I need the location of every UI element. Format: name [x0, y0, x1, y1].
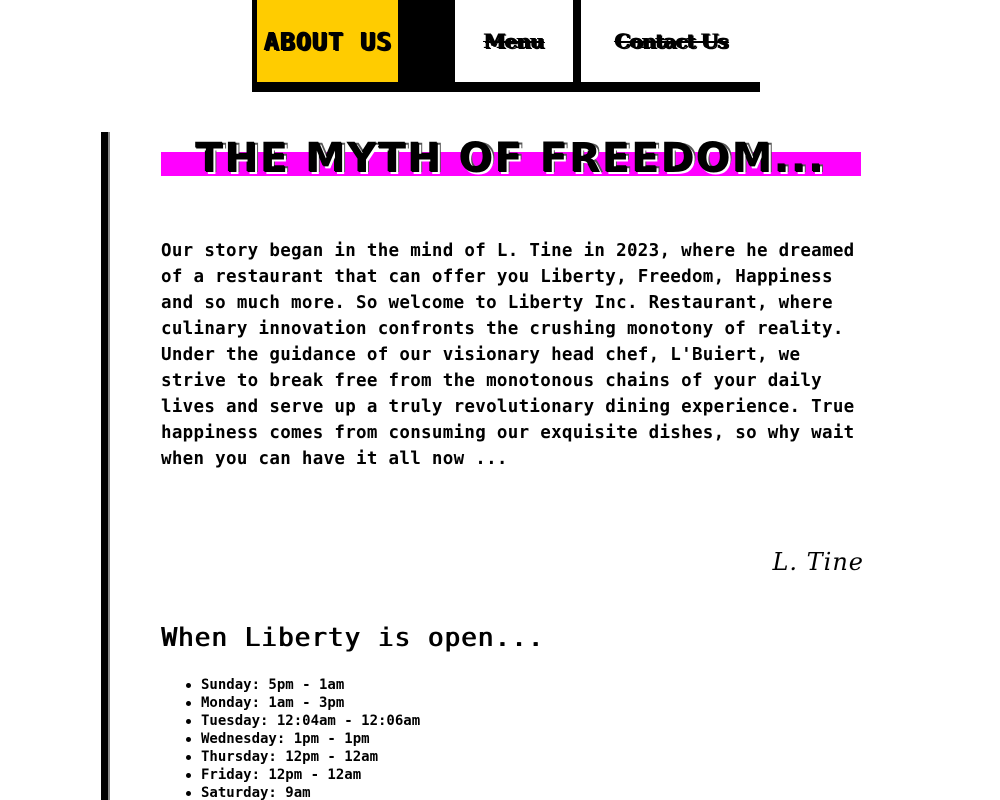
tab-contact-us-label: Contact Us: [614, 29, 729, 53]
tab-contact-us[interactable]: Contact Us: [581, 0, 762, 82]
list-item: Wednesday: 1pm - 1pm: [186, 730, 420, 748]
content-left-border: [101, 132, 110, 800]
signature: L. Tine: [772, 548, 864, 576]
list-item: Sunday: 5pm - 1am: [186, 676, 420, 694]
list-item: Tuesday: 12:04am - 12:06am: [186, 712, 421, 730]
hours-item-text: Saturday: 9am: [201, 785, 311, 800]
list-item: Friday: 12pm - 12am: [186, 766, 420, 784]
bullet-icon: [186, 773, 191, 778]
hours-item-text: Tuesday: 12:04am - 12:06am: [201, 713, 421, 729]
bullet-icon: [186, 737, 191, 742]
hours-item-text: Wednesday: 1pm - 1pm: [201, 731, 370, 747]
top-nav: ABOUT US Menu Contact Us: [252, 0, 762, 92]
hours-item-text: Sunday: 5pm - 1am: [201, 677, 345, 693]
list-item: Saturday: 9am: [186, 784, 420, 800]
page-title: THE MYTH OF FREEDOM...: [195, 136, 827, 182]
tab-menu[interactable]: Menu: [455, 0, 573, 82]
opening-hours-heading: When Liberty is open...: [161, 623, 545, 653]
bullet-icon: [186, 701, 191, 706]
opening-hours-list: Sunday: 5pm - 1am Monday: 1am - 3pm Tues…: [186, 676, 421, 800]
story-paragraph: Our story began in the mind of L. Tine i…: [161, 241, 855, 469]
bullet-icon: [186, 791, 191, 796]
hours-item-text: Friday: 12pm - 12am: [201, 767, 362, 783]
tab-menu-label: Menu: [484, 29, 545, 53]
bullet-icon: [186, 719, 191, 724]
list-item: Monday: 1am - 3pm: [186, 694, 420, 712]
list-item: Thursday: 12pm - 12am: [186, 748, 420, 766]
hours-item-text: Monday: 1am - 3pm: [201, 695, 345, 711]
tab-about-us-label: ABOUT US: [257, 22, 398, 60]
hours-item-text: Thursday: 12pm - 12am: [201, 749, 379, 765]
page-title-block: THE MYTH OF FREEDOM...: [161, 126, 861, 192]
bullet-icon: [186, 683, 191, 688]
tab-about-us[interactable]: ABOUT US: [257, 0, 398, 82]
bullet-icon: [186, 755, 191, 760]
